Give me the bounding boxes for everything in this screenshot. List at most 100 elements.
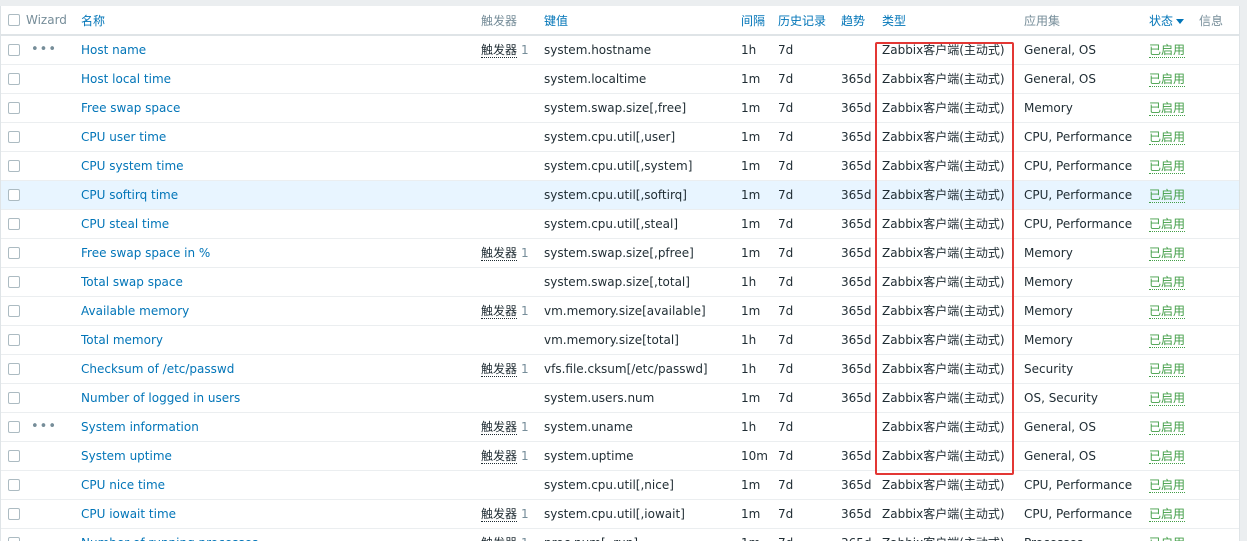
status-toggle[interactable]: 已启用 xyxy=(1149,420,1186,435)
row-checkbox[interactable] xyxy=(8,275,20,288)
item-name-link[interactable]: CPU system time xyxy=(81,159,184,173)
row-select-cell[interactable] xyxy=(1,296,26,325)
status-toggle[interactable]: 已启用 xyxy=(1149,130,1186,145)
row-select-cell[interactable] xyxy=(1,209,26,238)
item-name-link[interactable]: Free swap space xyxy=(81,101,180,115)
header-interval[interactable]: 间隔 xyxy=(741,14,765,28)
row-select-cell[interactable] xyxy=(1,383,26,412)
row-select-cell[interactable] xyxy=(1,325,26,354)
item-name-link[interactable]: CPU softirq time xyxy=(81,188,178,202)
item-name-link[interactable]: CPU user time xyxy=(81,130,166,144)
row-select-cell[interactable] xyxy=(1,412,26,441)
row-select-cell[interactable] xyxy=(1,238,26,267)
status-toggle[interactable]: 已启用 xyxy=(1149,536,1186,541)
select-all-checkbox[interactable] xyxy=(8,14,20,26)
trends-cell: 365d xyxy=(841,216,872,231)
header-status[interactable]: 状态 xyxy=(1149,14,1185,28)
status-toggle[interactable]: 已启用 xyxy=(1149,188,1186,203)
item-name-link[interactable]: Total swap space xyxy=(81,275,183,289)
status-toggle[interactable]: 已启用 xyxy=(1149,333,1186,348)
status-toggle[interactable]: 已启用 xyxy=(1149,72,1186,87)
triggers-link[interactable]: 触发器 xyxy=(481,246,518,261)
row-select-cell[interactable] xyxy=(1,35,26,64)
status-toggle[interactable]: 已启用 xyxy=(1149,217,1186,232)
row-checkbox[interactable] xyxy=(8,333,20,346)
item-name-link[interactable]: Host name xyxy=(81,43,146,57)
status-toggle[interactable]: 已启用 xyxy=(1149,304,1186,319)
row-checkbox[interactable] xyxy=(8,188,20,201)
row-checkbox[interactable] xyxy=(8,536,20,541)
row-select-cell[interactable] xyxy=(1,122,26,151)
row-checkbox[interactable] xyxy=(8,449,20,462)
status-toggle[interactable]: 已启用 xyxy=(1149,159,1186,174)
triggers-link[interactable]: 触发器 xyxy=(481,449,518,464)
row-checkbox[interactable] xyxy=(8,478,20,491)
row-select-cell[interactable] xyxy=(1,151,26,180)
status-toggle[interactable]: 已启用 xyxy=(1149,449,1186,464)
wizard-menu-icon[interactable]: ••• xyxy=(31,42,57,57)
row-checkbox[interactable] xyxy=(8,246,20,259)
item-name-link[interactable]: Total memory xyxy=(81,333,163,347)
status-toggle[interactable]: 已启用 xyxy=(1149,101,1186,116)
header-applications: 应用集 xyxy=(1024,6,1149,36)
row-checkbox[interactable] xyxy=(8,507,20,520)
status-toggle[interactable]: 已启用 xyxy=(1149,507,1186,522)
interval-cell: 1m xyxy=(741,187,761,202)
header-history[interactable]: 历史记录 xyxy=(778,14,826,28)
item-name-link[interactable]: Number of running processes xyxy=(81,536,258,541)
row-select-cell[interactable] xyxy=(1,441,26,470)
header-name[interactable]: 名称 xyxy=(81,14,105,28)
row-select-cell[interactable] xyxy=(1,354,26,383)
triggers-link[interactable]: 触发器 xyxy=(481,507,518,522)
row-select-cell[interactable] xyxy=(1,64,26,93)
trends-cell: 365d xyxy=(841,274,872,289)
status-toggle[interactable]: 已启用 xyxy=(1149,391,1186,406)
item-name-link[interactable]: System uptime xyxy=(81,449,172,463)
header-info: 信息 xyxy=(1199,6,1239,36)
row-checkbox[interactable] xyxy=(8,43,20,56)
item-name-link[interactable]: Checksum of /etc/passwd xyxy=(81,362,234,376)
triggers-link[interactable]: 触发器 xyxy=(481,43,518,59)
row-select-cell[interactable] xyxy=(1,93,26,122)
header-key[interactable]: 键值 xyxy=(544,14,568,28)
history-cell: 7d xyxy=(778,100,794,115)
triggers-link[interactable]: 触发器 xyxy=(481,536,518,541)
wizard-menu-icon[interactable]: ••• xyxy=(31,419,57,434)
header-type[interactable]: 类型 xyxy=(882,14,906,28)
row-select-cell[interactable] xyxy=(1,267,26,296)
row-checkbox[interactable] xyxy=(8,391,20,404)
item-name-link[interactable]: Host local time xyxy=(81,72,171,86)
header-trends[interactable]: 趋势 xyxy=(841,14,865,28)
row-select-cell[interactable] xyxy=(1,180,26,209)
key-cell: system.hostname xyxy=(544,42,652,57)
item-name-link[interactable]: Available memory xyxy=(81,304,189,318)
row-checkbox[interactable] xyxy=(8,304,20,317)
row-checkbox[interactable] xyxy=(8,420,20,433)
row-select-cell[interactable] xyxy=(1,499,26,528)
status-toggle[interactable]: 已启用 xyxy=(1149,43,1186,59)
item-name-link[interactable]: CPU steal time xyxy=(81,217,169,231)
triggers-link[interactable]: 触发器 xyxy=(481,304,518,319)
row-checkbox[interactable] xyxy=(8,101,20,114)
item-name-link[interactable]: CPU nice time xyxy=(81,478,165,492)
row-checkbox[interactable] xyxy=(8,72,20,85)
row-select-cell[interactable] xyxy=(1,470,26,499)
item-name-link[interactable]: System information xyxy=(81,420,199,434)
triggers-link[interactable]: 触发器 xyxy=(481,362,518,377)
row-checkbox[interactable] xyxy=(8,130,20,143)
status-toggle[interactable]: 已启用 xyxy=(1149,362,1186,377)
row-checkbox[interactable] xyxy=(8,159,20,172)
item-name-link[interactable]: Number of logged in users xyxy=(81,391,240,405)
trigger-count: 1 xyxy=(521,304,529,318)
item-name-link[interactable]: Free swap space in % xyxy=(81,246,210,260)
triggers-link[interactable]: 触发器 xyxy=(481,420,518,435)
status-toggle[interactable]: 已启用 xyxy=(1149,246,1186,261)
row-checkbox[interactable] xyxy=(8,362,20,375)
status-toggle[interactable]: 已启用 xyxy=(1149,275,1186,290)
row-select-cell[interactable] xyxy=(1,528,26,541)
row-checkbox[interactable] xyxy=(8,217,20,230)
select-all-cell[interactable] xyxy=(1,6,26,36)
header-wizard: Wizard xyxy=(26,6,81,36)
status-toggle[interactable]: 已启用 xyxy=(1149,478,1186,493)
item-name-link[interactable]: CPU iowait time xyxy=(81,507,176,521)
